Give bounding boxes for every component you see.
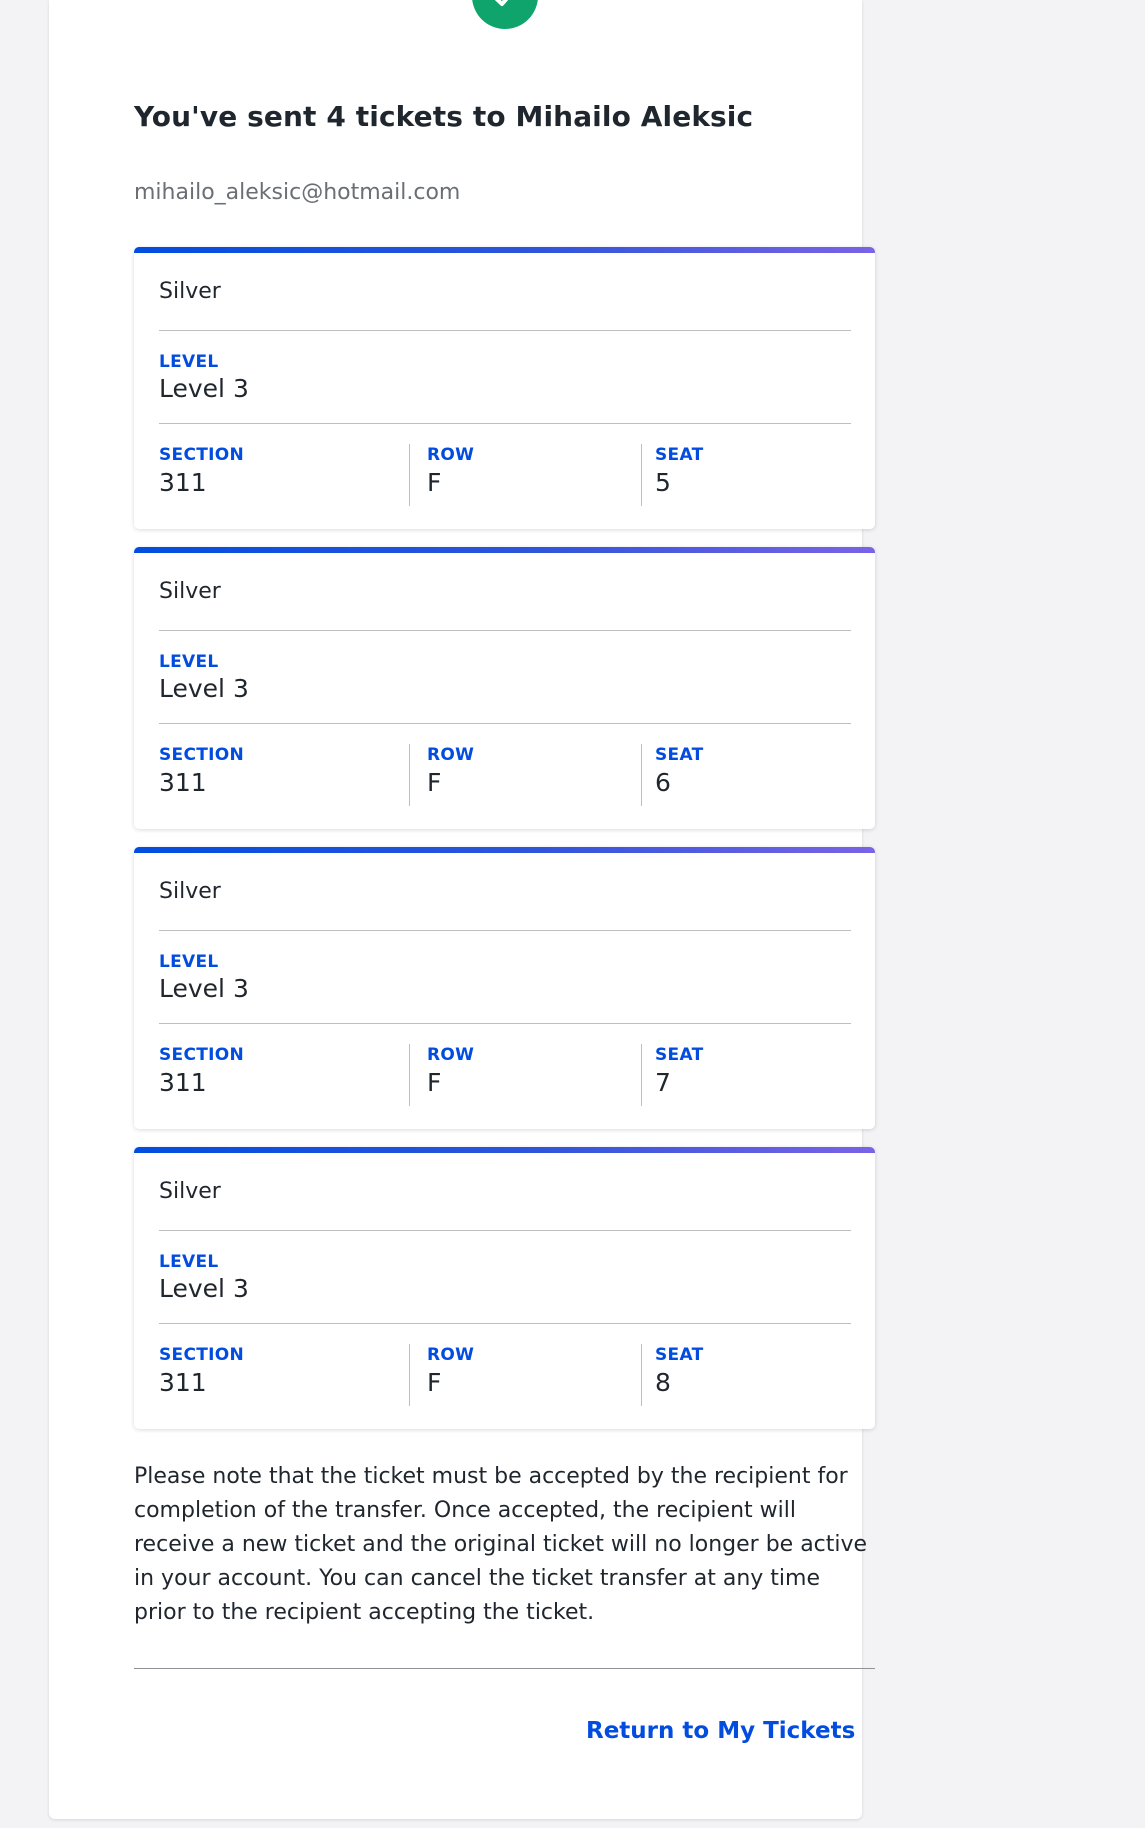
ticket-row: ROW F — [409, 744, 641, 806]
ticket-seat: SEAT 6 — [641, 744, 851, 806]
ticket-location: SECTION 311 ROW F SEAT 5 — [159, 424, 851, 524]
level-label: LEVEL — [159, 952, 219, 972]
seat-label: SEAT — [655, 445, 704, 465]
level-value: Level 3 — [159, 1274, 249, 1303]
row-value: F — [427, 1068, 442, 1097]
ticket-row: ROW F — [409, 1044, 641, 1106]
ticket-level: LEVEL Level 3 — [159, 931, 851, 1024]
row-label: ROW — [427, 1345, 475, 1365]
level-value: Level 3 — [159, 974, 249, 1003]
ticket-row: ROW F — [409, 444, 641, 506]
ticket-card: Silver LEVEL Level 3 SECTION 311 ROW F S… — [134, 247, 875, 529]
seat-label: SEAT — [655, 1345, 704, 1365]
seat-value: 6 — [655, 768, 671, 797]
ticket-tier: Silver — [159, 853, 851, 931]
ticket-section: SECTION 311 — [159, 744, 409, 806]
page-title: You've sent 4 tickets to Mihailo Aleksic — [134, 100, 754, 133]
row-value: F — [427, 468, 442, 497]
seat-value: 8 — [655, 1368, 671, 1397]
ticket-row: ROW F — [409, 1344, 641, 1406]
transfer-note: Please note that the ticket must be acce… — [134, 1464, 868, 1625]
row-label: ROW — [427, 1045, 475, 1065]
section-value: 311 — [159, 768, 207, 797]
ticket-level: LEVEL Level 3 — [159, 1231, 851, 1324]
success-badge — [472, 0, 538, 29]
ticket-location: SECTION 311 ROW F SEAT 7 — [159, 1024, 851, 1124]
seat-label: SEAT — [655, 1045, 704, 1065]
level-label: LEVEL — [159, 1252, 219, 1272]
row-value: F — [427, 768, 442, 797]
section-label: SECTION — [159, 745, 245, 765]
level-label: LEVEL — [159, 652, 219, 672]
checkmark-icon — [494, 0, 509, 6]
row-value: F — [427, 1368, 442, 1397]
level-value: Level 3 — [159, 674, 249, 703]
ticket-section: SECTION 311 — [159, 444, 409, 506]
section-value: 311 — [159, 1368, 207, 1397]
ticket-seat: SEAT 5 — [641, 444, 851, 506]
seat-value: 7 — [655, 1068, 671, 1097]
ticket-seat: SEAT 8 — [641, 1344, 851, 1406]
ticket-card: Silver LEVEL Level 3 SECTION 311 ROW F S… — [134, 547, 875, 829]
ticket-tier: Silver — [159, 1153, 851, 1231]
section-value: 311 — [159, 1068, 207, 1097]
ticket-seat: SEAT 7 — [641, 1044, 851, 1106]
ticket-section: SECTION 311 — [159, 1044, 409, 1106]
ticket-location: SECTION 311 ROW F SEAT 8 — [159, 1324, 851, 1424]
ticket-level: LEVEL Level 3 — [159, 331, 851, 424]
section-label: SECTION — [159, 1345, 245, 1365]
divider — [134, 1668, 875, 1669]
row-label: ROW — [427, 745, 475, 765]
ticket-tier: Silver — [159, 253, 851, 331]
recipient-email: mihailo_aleksic@hotmail.com — [134, 180, 461, 205]
level-label: LEVEL — [159, 352, 219, 372]
transfer-confirmation-panel: You've sent 4 tickets to Mihailo Aleksic… — [49, 0, 875, 1819]
ticket-card: Silver LEVEL Level 3 SECTION 311 ROW F S… — [134, 847, 875, 1129]
row-label: ROW — [427, 445, 475, 465]
ticket-section: SECTION 311 — [159, 1344, 409, 1406]
return-to-my-tickets-link[interactable]: Return to My Tickets — [586, 1718, 855, 1744]
section-label: SECTION — [159, 445, 245, 465]
section-value: 311 — [159, 468, 207, 497]
seat-label: SEAT — [655, 745, 704, 765]
ticket-card: Silver LEVEL Level 3 SECTION 311 ROW F S… — [134, 1147, 875, 1429]
level-value: Level 3 — [159, 374, 249, 403]
seat-value: 5 — [655, 468, 671, 497]
ticket-location: SECTION 311 ROW F SEAT 6 — [159, 724, 851, 824]
ticket-list: Silver LEVEL Level 3 SECTION 311 ROW F S… — [134, 247, 875, 1447]
ticket-tier: Silver — [159, 553, 851, 631]
section-label: SECTION — [159, 1045, 245, 1065]
ticket-level: LEVEL Level 3 — [159, 631, 851, 724]
